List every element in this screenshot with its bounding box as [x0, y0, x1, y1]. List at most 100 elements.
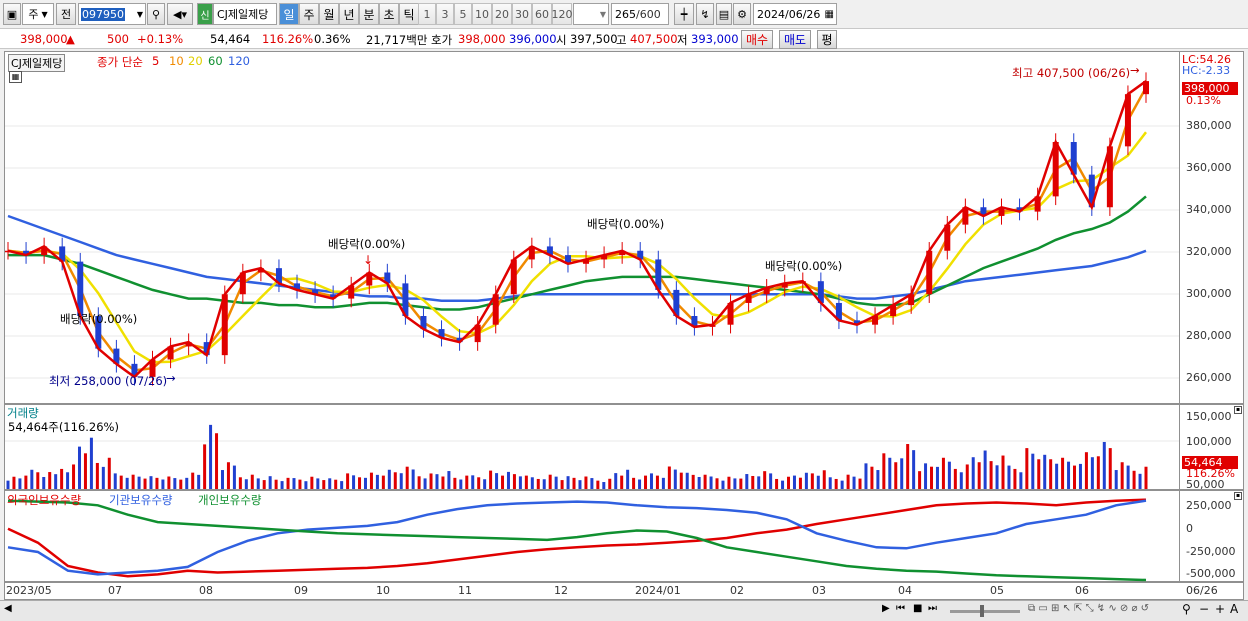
volume-bar: [292, 478, 296, 489]
volume-bar: [423, 478, 427, 489]
x-tick: 2023/05: [6, 584, 52, 597]
legend-ma60[interactable]: 60: [208, 54, 223, 68]
volume-bar: [363, 477, 367, 489]
legend-close[interactable]: 종가 단순: [97, 54, 143, 70]
x-tick: 03: [812, 584, 826, 597]
volume-bar: [1007, 465, 1011, 489]
volume-bar: [584, 476, 588, 489]
volume-bar: [947, 461, 951, 489]
volume-bar: [548, 474, 552, 489]
volume-bar: [1132, 470, 1136, 489]
volume-bar: [1126, 465, 1130, 489]
volume-bar: [1001, 455, 1005, 489]
y-tick: 260,000: [1186, 371, 1232, 384]
volume-bar: [6, 480, 10, 489]
minus-icon[interactable]: −: [1199, 602, 1209, 616]
volume-bar: [935, 466, 939, 489]
volume-bar: [238, 477, 242, 489]
volume-bar: [441, 476, 445, 489]
volume-bar: [727, 476, 731, 489]
volume-bar: [787, 476, 791, 489]
volume-bar: [846, 474, 850, 489]
table-toggle-icon[interactable]: ▦: [9, 71, 22, 83]
ma10-line: [7, 86, 1148, 372]
volume-bar: [72, 464, 76, 489]
volume-bar: [876, 470, 880, 489]
volume-bar: [769, 473, 773, 489]
x-tick: 05: [990, 584, 1004, 597]
legend-ma20[interactable]: 20: [188, 54, 203, 68]
volume-bar: [232, 465, 236, 489]
price-stock-tag[interactable]: CJ제일제당: [8, 54, 66, 72]
volume-bar: [959, 472, 963, 489]
fast-forward-icon[interactable]: ⏭: [928, 603, 937, 614]
volume-bar: [894, 462, 898, 489]
volume-bar: [411, 469, 415, 489]
volume-bar: [983, 450, 987, 489]
volume-bar: [781, 480, 785, 489]
volume-bar: [250, 474, 254, 489]
volume-bar: [542, 479, 546, 489]
x-tick: 02: [730, 584, 744, 597]
rewind-icon[interactable]: ⏮: [896, 603, 905, 614]
volume-bar: [447, 471, 451, 489]
volume-bar: [953, 468, 957, 489]
volume-bar: [83, 453, 87, 489]
legend-ma10[interactable]: 10: [169, 54, 184, 68]
volume-bar: [286, 477, 290, 489]
volume-bar: [620, 475, 624, 489]
scroll-right-icon[interactable]: ▶: [882, 603, 890, 614]
drawing-tools-icons[interactable]: ⧉ ▭ ⊞ ↖ ⇱ ⤡ ↯ ∿ ⊘ ⌀ ↺: [1028, 603, 1149, 614]
volume-bar: [995, 465, 999, 489]
volume-bar: [709, 476, 713, 489]
zoom-slider-handle[interactable]: [980, 605, 984, 617]
volume-bar: [48, 472, 52, 489]
volume-bar: [226, 462, 230, 489]
volume-bar: [375, 474, 379, 489]
volume-bar: [1037, 459, 1041, 489]
ma120-line: [7, 214, 1147, 303]
legend-individual[interactable]: 개인보유수량: [198, 492, 261, 508]
volume-bar: [989, 461, 993, 489]
volume-bar: [852, 476, 856, 489]
legend-ma120[interactable]: 120: [228, 54, 250, 68]
legend-ma5[interactable]: 5: [152, 54, 159, 68]
volume-bar: [906, 444, 910, 489]
volume-bar: [751, 475, 755, 489]
zoom-out-icon[interactable]: ⚲: [1182, 602, 1191, 616]
volume-bar: [596, 480, 600, 489]
scroll-left-icon[interactable]: ◀: [4, 603, 12, 614]
panel-close-icon[interactable]: ▪: [1234, 492, 1242, 500]
plus-icon[interactable]: +: [1215, 602, 1225, 616]
chart-canvas: [5, 72, 1179, 582]
volume-bar: [18, 478, 22, 489]
volume-bar: [900, 458, 904, 489]
volume-bar: [262, 480, 266, 489]
legend-foreign[interactable]: 외국인보유수량: [7, 492, 81, 508]
volume-bar: [119, 475, 123, 489]
volume-bar: [518, 476, 522, 489]
volume-bar: [298, 479, 302, 489]
volume-bar: [679, 472, 683, 489]
panel-close-icon[interactable]: ▪: [1234, 406, 1242, 414]
y-tick: 320,000: [1186, 245, 1232, 258]
volume-bar: [864, 463, 868, 489]
volume-bar: [453, 477, 457, 489]
legend-institution[interactable]: 기관보유수량: [109, 492, 172, 508]
x-tick-current: 06/26: [1186, 584, 1218, 597]
volume-bar: [745, 474, 749, 489]
volume-bar: [644, 475, 648, 489]
current-pct-tag: 0.13%: [1186, 94, 1221, 107]
volume-bar: [1055, 463, 1059, 489]
holdings-y-tick: -250,000: [1186, 545, 1236, 558]
zoom-slider[interactable]: [950, 610, 1020, 613]
stop-icon[interactable]: ■: [913, 603, 922, 614]
volume-bar: [483, 479, 487, 489]
font-size-icon[interactable]: A: [1230, 602, 1238, 616]
volume-bar: [632, 477, 636, 489]
volume-bar: [405, 466, 409, 489]
volume-bar: [578, 480, 582, 489]
volume-bar: [322, 480, 326, 489]
y-tick: 280,000: [1186, 329, 1232, 342]
volume-bar: [1144, 466, 1148, 489]
